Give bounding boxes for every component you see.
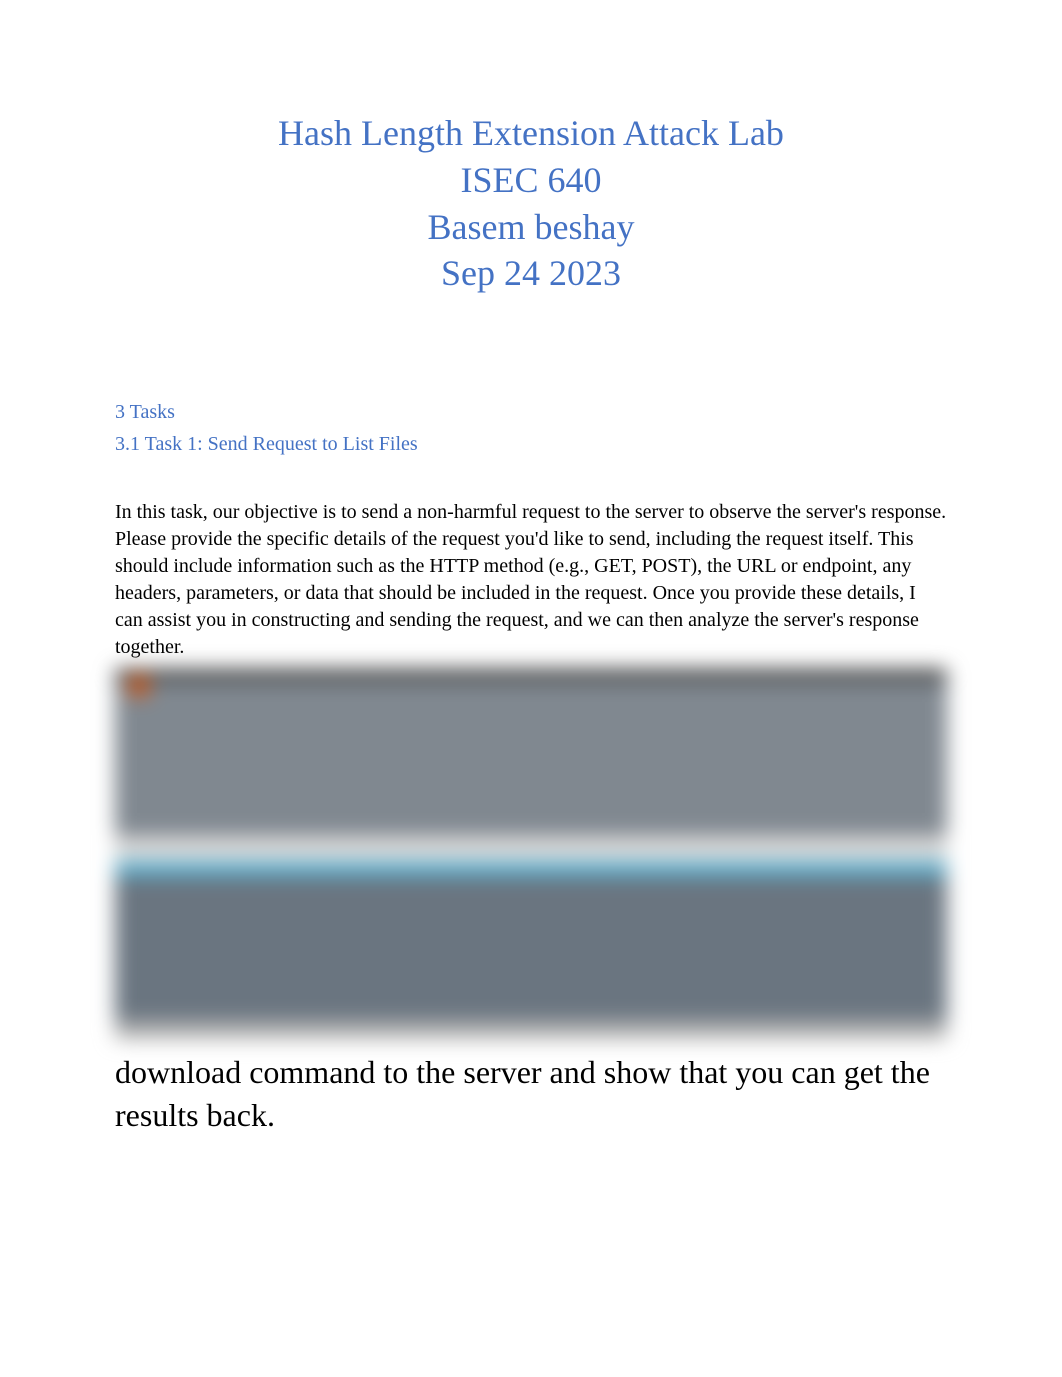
section-task1-heading: 3.1 Task 1: Send Request to List Files [115,429,947,459]
task1-body-text: In this task, our objective is to send a… [115,499,947,661]
title-block: Hash Length Extension Attack Lab ISEC 64… [115,110,947,297]
title-line-4: Sep 24 2023 [115,250,947,297]
title-line-1: Hash Length Extension Attack Lab [115,110,947,157]
section-tasks-heading: 3 Tasks [115,397,947,427]
task1-followup-text: download command to the server and show … [115,1051,947,1137]
title-line-2: ISEC 640 [115,157,947,204]
blurred-screenshot-image [115,669,947,1039]
title-line-3: Basem beshay [115,204,947,251]
